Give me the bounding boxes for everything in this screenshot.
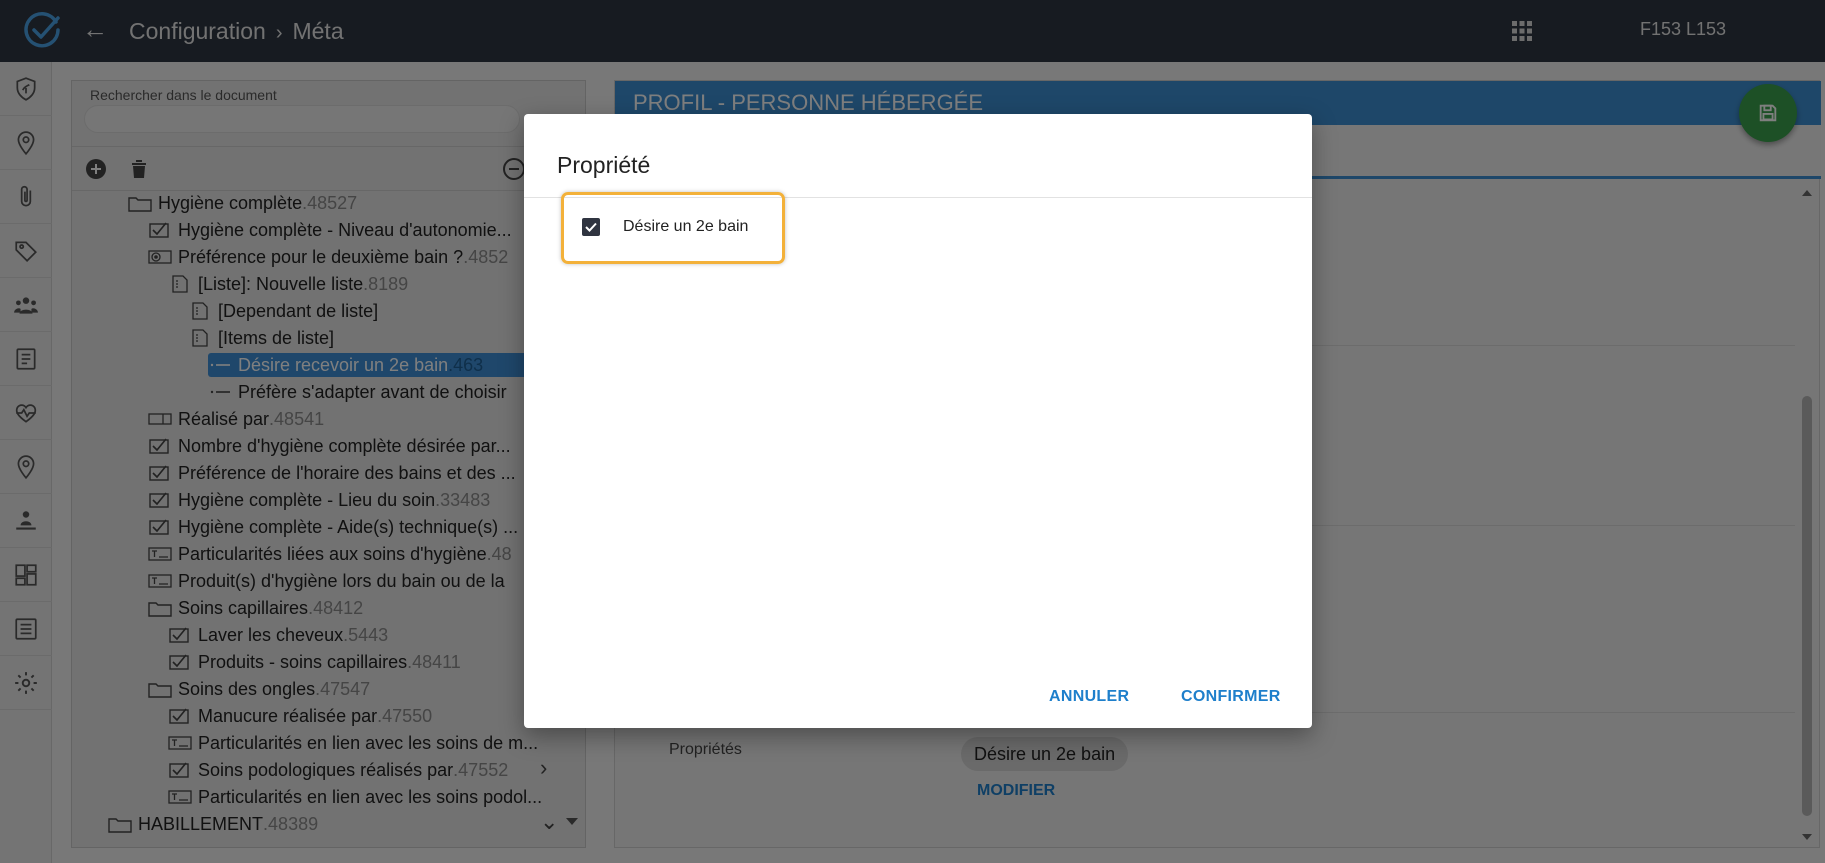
cancel-button[interactable]: ANNULER xyxy=(1049,688,1129,706)
dialog-title: Propriété xyxy=(557,152,651,178)
desire-bain-checkbox[interactable] xyxy=(582,218,600,236)
checkbox-label[interactable]: Désire un 2e bain xyxy=(623,218,748,236)
checkmark-icon xyxy=(585,222,597,232)
property-dialog: Propriété Désire un 2e bain ANNULER CONF… xyxy=(524,114,1312,728)
confirm-button[interactable]: CONFIRMER xyxy=(1181,688,1281,706)
